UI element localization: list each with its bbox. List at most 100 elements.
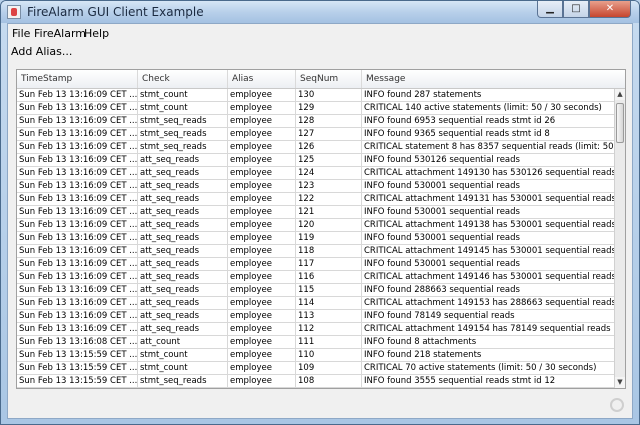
cell-alias: employee bbox=[228, 245, 296, 258]
cell-alias: employee bbox=[228, 271, 296, 284]
table-row[interactable]: Sun Feb 13 13:16:09 CET ... att_seq_reads… bbox=[17, 271, 614, 284]
table-row[interactable]: Sun Feb 13 13:15:59 CET ... stmt_count emp… bbox=[17, 349, 614, 362]
cell-check: stmt_count bbox=[138, 102, 228, 115]
scroll-down-arrow-icon[interactable]: ▼ bbox=[615, 377, 625, 388]
cell-message: CRITICAL attachment 149154 has 78149 seq… bbox=[364, 324, 614, 334]
cell-message: INFO found 6953 sequential reads stmt id… bbox=[364, 116, 556, 126]
cell-timestamp: Sun Feb 13 13:16:09 CET ... bbox=[19, 167, 138, 180]
table-row[interactable]: Sun Feb 13 13:16:09 CET ... att_seq_reads… bbox=[17, 284, 614, 297]
cell-check: att_seq_reads bbox=[138, 219, 228, 232]
cell-timestamp: Sun Feb 13 13:16:09 CET ... bbox=[19, 245, 138, 258]
table-row[interactable]: Sun Feb 13 13:16:09 CET ... stmt_seq_read… bbox=[17, 141, 614, 154]
minimize-button[interactable]: ▁ bbox=[537, 1, 563, 18]
cell-seqnum: 117 bbox=[296, 258, 362, 271]
cell-alias: employee bbox=[228, 323, 296, 336]
table-row[interactable]: Sun Feb 13 13:16:09 CET ... att_seq_reads… bbox=[17, 154, 614, 167]
cell-alias: employee bbox=[228, 193, 296, 206]
busy-spinner-icon bbox=[610, 398, 624, 412]
cell-check: att_seq_reads bbox=[138, 206, 228, 219]
cell-message: INFO found 288663 sequential reads bbox=[364, 285, 520, 295]
cell-alias: employee bbox=[228, 310, 296, 323]
table-row[interactable]: Sun Feb 13 13:16:09 CET ... att_seq_reads… bbox=[17, 245, 614, 258]
table-row[interactable]: Sun Feb 13 13:16:09 CET ... att_seq_reads… bbox=[17, 297, 614, 310]
cell-timestamp: Sun Feb 13 13:15:59 CET ... bbox=[19, 362, 138, 375]
title-bar[interactable]: FireAlarm GUI Client Example ▁ □ ✕ bbox=[1, 1, 639, 23]
cell-alias: employee bbox=[228, 219, 296, 232]
table-row[interactable]: Sun Feb 13 13:16:09 CET ... att_seq_reads… bbox=[17, 167, 614, 180]
cell-alias: employee bbox=[228, 336, 296, 349]
cell-timestamp: Sun Feb 13 13:16:09 CET ... bbox=[19, 206, 138, 219]
cell-seqnum: 113 bbox=[296, 310, 362, 323]
cell-message: CRITICAL attachment 149138 has 530001 se… bbox=[364, 220, 614, 230]
cell-message: CRITICAL attachment 149153 has 288663 se… bbox=[364, 298, 614, 308]
cell-check: stmt_count bbox=[138, 89, 228, 102]
cell-check: att_seq_reads bbox=[138, 271, 228, 284]
menu-firealarm[interactable]: FireAlarm bbox=[34, 27, 86, 40]
add-alias-button[interactable]: Add Alias... bbox=[11, 45, 72, 58]
cell-alias: employee bbox=[228, 232, 296, 245]
menu-help[interactable]: Help bbox=[84, 27, 109, 40]
cell-alias: employee bbox=[228, 141, 296, 154]
vertical-scrollbar[interactable]: ▲ ▼ bbox=[614, 89, 625, 388]
column-header-check[interactable]: Check bbox=[138, 70, 228, 88]
cell-timestamp: Sun Feb 13 13:16:09 CET ... bbox=[19, 115, 138, 128]
table-row[interactable]: Sun Feb 13 13:16:09 CET ... att_seq_reads… bbox=[17, 323, 614, 336]
maximize-button[interactable]: □ bbox=[563, 1, 589, 18]
table-row[interactable]: Sun Feb 13 13:16:09 CET ... att_seq_reads… bbox=[17, 232, 614, 245]
cell-alias: employee bbox=[228, 154, 296, 167]
cell-message: INFO found 530001 sequential reads bbox=[364, 207, 520, 217]
table-row[interactable]: Sun Feb 13 13:16:09 CET ... att_seq_reads… bbox=[17, 180, 614, 193]
cell-check: stmt_seq_reads bbox=[138, 141, 228, 154]
cell-message: INFO found 530001 sequential reads bbox=[364, 233, 520, 243]
cell-message: CRITICAL attachment 149146 has 530001 se… bbox=[364, 272, 614, 282]
table-row[interactable]: Sun Feb 13 13:16:09 CET ... att_seq_reads… bbox=[17, 310, 614, 323]
table-row[interactable]: Sun Feb 13 13:16:09 CET ... stmt_count emp… bbox=[17, 102, 614, 115]
scroll-up-arrow-icon[interactable]: ▲ bbox=[615, 89, 625, 100]
table-row[interactable]: Sun Feb 13 13:15:59 CET ... stmt_count emp… bbox=[17, 362, 614, 375]
table-row[interactable]: Sun Feb 13 13:16:09 CET ... stmt_seq_read… bbox=[17, 115, 614, 128]
cell-timestamp: Sun Feb 13 13:16:09 CET ... bbox=[19, 141, 138, 154]
cell-check: stmt_seq_reads bbox=[138, 115, 228, 128]
table-row[interactable]: Sun Feb 13 13:16:09 CET ... stmt_count emp… bbox=[17, 89, 614, 102]
column-header-message[interactable]: Message bbox=[362, 70, 625, 88]
java-app-icon bbox=[7, 5, 21, 19]
cell-timestamp: Sun Feb 13 13:16:09 CET ... bbox=[19, 258, 138, 271]
scroll-thumb[interactable] bbox=[616, 103, 624, 143]
cell-timestamp: Sun Feb 13 13:16:09 CET ... bbox=[19, 323, 138, 336]
table-row[interactable]: Sun Feb 13 13:16:08 CET ... att_count empl… bbox=[17, 336, 614, 349]
column-header-alias[interactable]: Alias bbox=[228, 70, 296, 88]
cell-alias: employee bbox=[228, 115, 296, 128]
cell-seqnum: 110 bbox=[296, 349, 362, 362]
cell-seqnum: 122 bbox=[296, 193, 362, 206]
table-row[interactable]: Sun Feb 13 13:15:59 CET ... stmt_seq_read… bbox=[17, 375, 614, 388]
cell-timestamp: Sun Feb 13 13:16:09 CET ... bbox=[19, 154, 138, 167]
table-row[interactable]: Sun Feb 13 13:16:09 CET ... stmt_seq_read… bbox=[17, 128, 614, 141]
cell-seqnum: 126 bbox=[296, 141, 362, 154]
cell-check: att_seq_reads bbox=[138, 232, 228, 245]
cell-seqnum: 128 bbox=[296, 115, 362, 128]
cell-message: INFO found 3555 sequential reads stmt id… bbox=[364, 376, 556, 386]
cell-timestamp: Sun Feb 13 13:16:09 CET ... bbox=[19, 128, 138, 141]
cell-timestamp: Sun Feb 13 13:16:09 CET ... bbox=[19, 102, 138, 115]
cell-message: CRITICAL attachment 149131 has 530001 se… bbox=[364, 194, 614, 204]
cell-check: att_seq_reads bbox=[138, 167, 228, 180]
cell-message: CRITICAL attachment 149130 has 530126 se… bbox=[364, 168, 614, 178]
cell-message: INFO found 530001 sequential reads bbox=[364, 181, 520, 191]
cell-check: att_seq_reads bbox=[138, 154, 228, 167]
close-button[interactable]: ✕ bbox=[589, 1, 631, 18]
cell-message: INFO found 9365 sequential reads stmt id… bbox=[364, 129, 550, 139]
column-header-timestamp[interactable]: TimeStamp bbox=[17, 70, 138, 88]
cell-seqnum: 121 bbox=[296, 206, 362, 219]
cell-seqnum: 112 bbox=[296, 323, 362, 336]
menu-file[interactable]: File bbox=[12, 27, 30, 40]
table-row[interactable]: Sun Feb 13 13:16:09 CET ... att_seq_reads… bbox=[17, 193, 614, 206]
column-header-seqnum[interactable]: SeqNum bbox=[296, 70, 362, 88]
table-row[interactable]: Sun Feb 13 13:16:09 CET ... att_seq_reads… bbox=[17, 219, 614, 232]
cell-seqnum: 118 bbox=[296, 245, 362, 258]
cell-alias: employee bbox=[228, 375, 296, 388]
status-bar bbox=[8, 394, 632, 418]
table-row[interactable]: Sun Feb 13 13:16:09 CET ... att_seq_reads… bbox=[17, 258, 614, 271]
table-row[interactable]: Sun Feb 13 13:16:09 CET ... att_seq_reads… bbox=[17, 206, 614, 219]
cell-message: CRITICAL 70 active statements (limit: 50… bbox=[364, 363, 597, 373]
cell-message: CRITICAL 140 active statements (limit: 5… bbox=[364, 103, 602, 113]
